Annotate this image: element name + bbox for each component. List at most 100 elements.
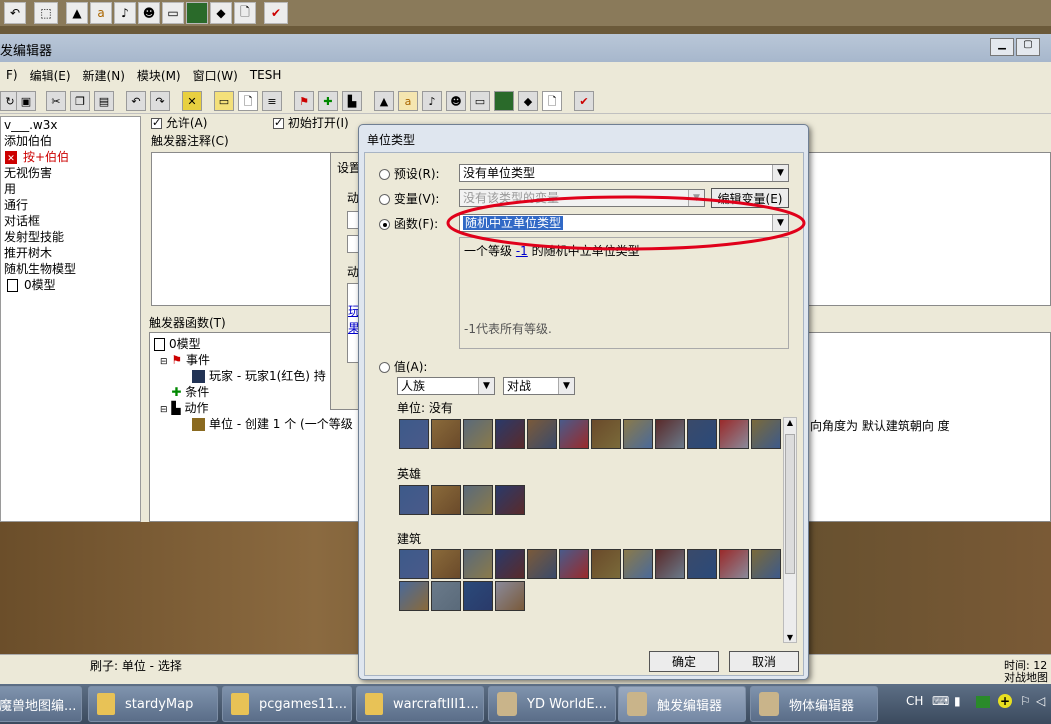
race-combo[interactable]: 人族 ▼	[397, 377, 495, 395]
paste-icon[interactable]: ▤	[94, 91, 114, 111]
action-item[interactable]: 单位 - 创建 1 个 (一个等级	[192, 415, 353, 432]
maximize-button[interactable]: ▢	[1016, 38, 1040, 56]
building-icon[interactable]	[751, 549, 781, 579]
flag-icon[interactable]: ⚐	[1020, 694, 1031, 708]
unit-icon[interactable]	[623, 419, 653, 449]
building-icon[interactable]	[463, 549, 493, 579]
new-event-icon[interactable]: ⚑	[294, 91, 314, 111]
tree-item[interactable]: 用	[1, 181, 140, 197]
tree-item[interactable]: 推开树木	[1, 245, 140, 261]
taskbar-item[interactable]: 物体编辑器	[750, 686, 878, 722]
unit-icon[interactable]	[655, 419, 685, 449]
hero-icon[interactable]	[463, 485, 493, 515]
building-icon[interactable]	[431, 581, 461, 611]
new-action-icon[interactable]: ▙	[342, 91, 362, 111]
tree-item[interactable]: 发射型技能	[1, 229, 140, 245]
building-icon[interactable]	[399, 549, 429, 579]
actions-node[interactable]: ⊟ ▙ 动作	[160, 399, 208, 416]
building-icon[interactable]	[495, 581, 525, 611]
language-indicator[interactable]: CH	[906, 694, 923, 708]
scroll-up-icon[interactable]: ▲	[784, 418, 796, 427]
hero-icon[interactable]	[399, 485, 429, 515]
building-icon[interactable]	[655, 549, 685, 579]
scroll-down-icon[interactable]: ▼	[784, 633, 796, 642]
terrain-icon[interactable]: ▲	[374, 91, 394, 111]
variable-radio[interactable]: 变量(V):	[379, 190, 439, 207]
minimize-button[interactable]: ▁	[990, 38, 1014, 56]
event-item[interactable]: 玩家 - 玩家1(红色) 持	[192, 367, 326, 384]
unit-icon[interactable]	[527, 419, 557, 449]
map-icon[interactable]	[186, 2, 208, 24]
test-icon[interactable]: ✔	[264, 2, 288, 24]
undo-icon[interactable]: ↶	[126, 91, 146, 111]
unit-list-scrollbar[interactable]: ▲ ▼	[783, 417, 797, 643]
sound-icon[interactable]: ♪	[422, 91, 442, 111]
script-icon[interactable]: 🗋	[542, 91, 562, 111]
delete-icon[interactable]: ✕	[182, 91, 202, 111]
menu-tesh[interactable]: TESH	[244, 68, 288, 82]
new-icon[interactable]: 🗋	[234, 2, 256, 24]
doodad-icon[interactable]: a	[398, 91, 418, 111]
scroll-thumb[interactable]	[785, 434, 795, 574]
tree-item[interactable]: 0模型	[1, 277, 140, 293]
new-condition-icon[interactable]: ✚	[318, 91, 338, 111]
building-icon[interactable]	[591, 549, 621, 579]
save-icon[interactable]: ▣	[16, 91, 36, 111]
unit-icon[interactable]: ☻	[446, 91, 466, 111]
building-icon[interactable]	[623, 549, 653, 579]
menu-window[interactable]: 窗口(W)	[187, 67, 244, 84]
unit-icon[interactable]	[559, 419, 589, 449]
taskbar-item[interactable]: YD WorldE...	[488, 686, 616, 722]
taskbar-item[interactable]: pcgames11...	[222, 686, 352, 722]
menu-module[interactable]: 模块(M)	[131, 67, 187, 84]
conditions-node[interactable]: ⊟ ✚ 条件	[160, 383, 209, 400]
unit-icon[interactable]	[687, 419, 717, 449]
new-category-icon[interactable]: ▭	[214, 91, 234, 111]
cut-icon[interactable]: ✂	[46, 91, 66, 111]
tree-item-map[interactable]: v___.w3x	[1, 117, 140, 133]
hero-icon[interactable]	[431, 485, 461, 515]
building-icon[interactable]	[687, 549, 717, 579]
unit-icon[interactable]	[719, 419, 749, 449]
unit-icon[interactable]	[463, 419, 493, 449]
function-root[interactable]: 0模型	[154, 335, 201, 352]
redo-icon[interactable]: ↷	[150, 91, 170, 111]
cancel-button[interactable]: 取消	[729, 651, 799, 672]
value-radio[interactable]: 值(A):	[379, 358, 427, 375]
unit-icon[interactable]	[495, 419, 525, 449]
unit-icon[interactable]	[399, 419, 429, 449]
menu-edit[interactable]: 编辑(E)	[24, 67, 77, 84]
item-icon[interactable]: ▭	[470, 91, 490, 111]
ok-button[interactable]: 确定	[649, 651, 719, 672]
function-radio[interactable]: 函数(F):	[379, 215, 438, 232]
test-icon[interactable]: ✔	[574, 91, 594, 111]
import-icon[interactable]: ◆	[518, 91, 538, 111]
enabled-checkbox[interactable]: 允许(A)	[151, 114, 207, 131]
unit-icon[interactable]	[431, 419, 461, 449]
mode-combo[interactable]: 对战 ▼	[503, 377, 575, 395]
unit-icon[interactable]	[591, 419, 621, 449]
network-icon[interactable]: ▮	[954, 694, 961, 708]
unit-icon[interactable]: ☻	[138, 2, 160, 24]
building-icon[interactable]	[527, 549, 557, 579]
add-icon[interactable]: +	[998, 694, 1012, 708]
tree-item[interactable]: 对话框	[1, 213, 140, 229]
map-icon[interactable]	[494, 91, 514, 111]
sound-icon[interactable]: ♪	[114, 2, 136, 24]
tree-item[interactable]: 随机生物模型	[1, 261, 140, 277]
building-icon[interactable]	[495, 549, 525, 579]
item-icon[interactable]: ▭	[162, 2, 184, 24]
select-icon[interactable]: ⬚	[34, 2, 58, 24]
preset-radio[interactable]: 预设(R):	[379, 165, 440, 182]
initially-on-checkbox[interactable]: 初始打开(I)	[273, 114, 349, 131]
new-comment-icon[interactable]: ≡	[262, 91, 282, 111]
building-icon[interactable]	[719, 549, 749, 579]
new-trigger-icon[interactable]: 🗋	[238, 91, 258, 111]
taskbar-item[interactable]: warcraftIII1...	[356, 686, 484, 722]
terrain-icon[interactable]: ▲	[66, 2, 88, 24]
tree-item[interactable]: 无视伤害	[1, 165, 140, 181]
building-icon[interactable]	[431, 549, 461, 579]
menu-new[interactable]: 新建(N)	[77, 67, 131, 84]
building-icon[interactable]	[399, 581, 429, 611]
events-node[interactable]: ⊟ ⚑ 事件	[160, 351, 210, 368]
